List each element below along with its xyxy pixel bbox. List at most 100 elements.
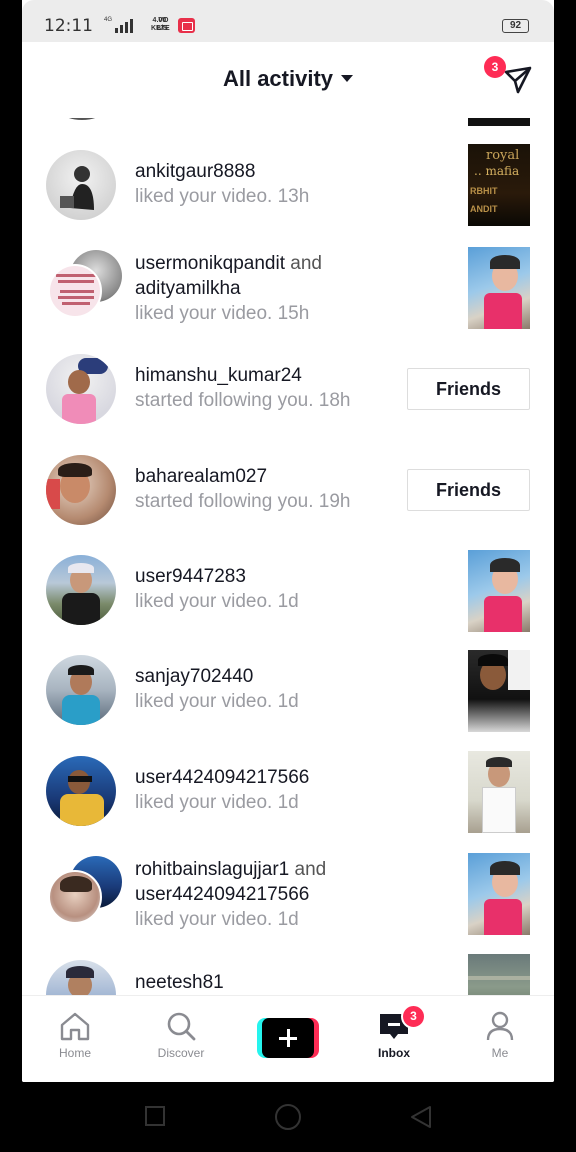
activity-text: liked your video. 1d [135,591,299,613]
video-thumbnail[interactable]: royal .. mafia RBHIT ANDIT [468,144,530,226]
avatar[interactable] [46,960,116,995]
list-item[interactable]: user4424094217566 liked your video. 1d [22,751,554,836]
volte-top: VO [158,17,169,24]
activity-time: 18h [318,390,351,411]
activity-desc: liked your video. [135,303,273,324]
activity-desc: liked your video. [135,909,273,930]
thumb-caption: royal [486,148,520,163]
activity-text: liked your video. 13h [135,186,309,208]
list-item[interactable]: rohitbainslagujjar1 and user442409421756… [22,853,554,946]
activity-time: 15h [277,303,310,324]
avatar[interactable] [46,555,116,625]
avatar[interactable] [46,756,116,826]
activity-text: liked your video. 1d [135,691,299,713]
status-time: 12:11 [44,16,93,36]
avatar[interactable] [46,150,116,220]
create-video-button[interactable] [257,1018,319,1058]
username[interactable]: user4424094217566 [135,767,309,789]
friends-button[interactable]: Friends [407,469,530,511]
activity-desc: liked your video. [135,186,273,207]
network-type: 4G [104,17,113,23]
activity-time: 1d [277,792,299,813]
username[interactable]: usermonikqpandit [135,253,285,274]
signal-icon: 4G [104,17,134,33]
message-badge: 3 [484,56,506,78]
recents-button[interactable] [145,1106,165,1126]
video-thumbnail[interactable] [468,650,530,732]
profile-icon [486,1011,514,1041]
username[interactable]: sanjay702440 [135,666,253,688]
nav-discover-label: Discover [157,1046,205,1060]
activity-desc: liked your video. [135,792,273,813]
activity-desc: liked your video. [135,591,273,612]
username-line: usermonikqpandit and [135,253,322,275]
username[interactable]: baharealam027 [135,466,267,488]
nav-discover[interactable]: Discover [141,1010,221,1060]
list-item[interactable]: usermonikqpandit and adityamilkha liked … [22,247,554,340]
nav-me-label: Me [491,1046,509,1060]
home-icon [60,1012,90,1041]
joiner: and [294,859,327,880]
list-item[interactable]: sanjay702440 liked your video. 1d [22,650,554,735]
activity-time: 1d [277,691,299,712]
nav-inbox[interactable]: Inbox 3 [354,1004,434,1060]
inbox-badge: 3 [401,1004,426,1029]
username[interactable]: user4424094217566 [135,884,309,906]
bottom-nav: Home Discover Inbox 3 Me [22,995,554,1082]
activity-time: 1d [277,909,299,930]
plus-icon [262,1018,314,1058]
caret-down-icon [341,74,354,82]
home-button[interactable] [275,1104,301,1130]
video-thumbnail[interactable] [468,751,530,833]
send-icon [504,66,532,94]
friends-button[interactable]: Friends [407,368,530,410]
volte-bottom: LTE [157,25,170,32]
screen-record-icon [178,18,195,33]
activity-text: started following you. 18h [135,390,350,412]
nav-home[interactable]: Home [35,1010,115,1060]
activity-list[interactable]: ankitgaur8888 liked your video. 13h roya… [22,118,554,995]
list-item[interactable]: baharealam027 started following you. 19h… [22,455,554,535]
avatar[interactable] [46,455,116,525]
video-thumbnail[interactable] [468,550,530,632]
activity-time: 19h [318,491,351,512]
header: All activity 3 [22,42,554,118]
activity-time: 13h [277,186,310,207]
username[interactable]: neetesh81 [135,972,224,994]
list-item[interactable]: ankitgaur8888 liked your video. 13h roya… [22,144,554,230]
battery-icon: 92 [502,19,529,33]
avatar[interactable] [62,118,102,120]
video-thumbnail[interactable] [468,247,530,329]
video-thumbnail[interactable] [468,853,530,935]
system-nav-bar [0,1082,576,1152]
avatar[interactable] [48,264,102,318]
person-silhouette-icon [60,166,94,210]
username[interactable]: adityamilkha [135,278,241,300]
activity-text: liked your video. 15h [135,303,309,325]
activity-text: liked your video. 1d [135,792,299,814]
nav-me[interactable]: Me [460,1010,540,1060]
video-thumbnail[interactable] [468,954,530,995]
avatar[interactable] [46,354,116,424]
username[interactable]: himanshu_kumar24 [135,365,302,387]
username[interactable]: user9447283 [135,566,246,588]
video-thumbnail[interactable] [468,118,530,126]
list-item[interactable]: himanshu_kumar24 started following you. … [22,354,554,434]
nav-inbox-label: Inbox [378,1046,410,1060]
search-icon [167,1012,196,1041]
list-item[interactable]: user9447283 liked your video. 1d [22,550,554,635]
activity-time: 1d [277,591,299,612]
list-item[interactable]: neetesh81 [22,954,554,995]
avatar[interactable] [48,870,102,924]
username[interactable]: ankitgaur8888 [135,161,255,183]
activity-desc: started following you. [135,390,314,411]
activity-filter-dropdown[interactable]: All activity [22,66,554,92]
activity-desc: liked your video. [135,691,273,712]
direct-message-button[interactable]: 3 [484,56,534,96]
username[interactable]: rohitbainslagujjar1 [135,859,289,880]
activity-text: started following you. 19h [135,491,350,513]
thumb-caption: ANDIT [470,204,498,214]
activity-text: liked your video. 1d [135,909,299,931]
avatar[interactable] [46,655,116,725]
back-button[interactable] [408,1104,434,1130]
